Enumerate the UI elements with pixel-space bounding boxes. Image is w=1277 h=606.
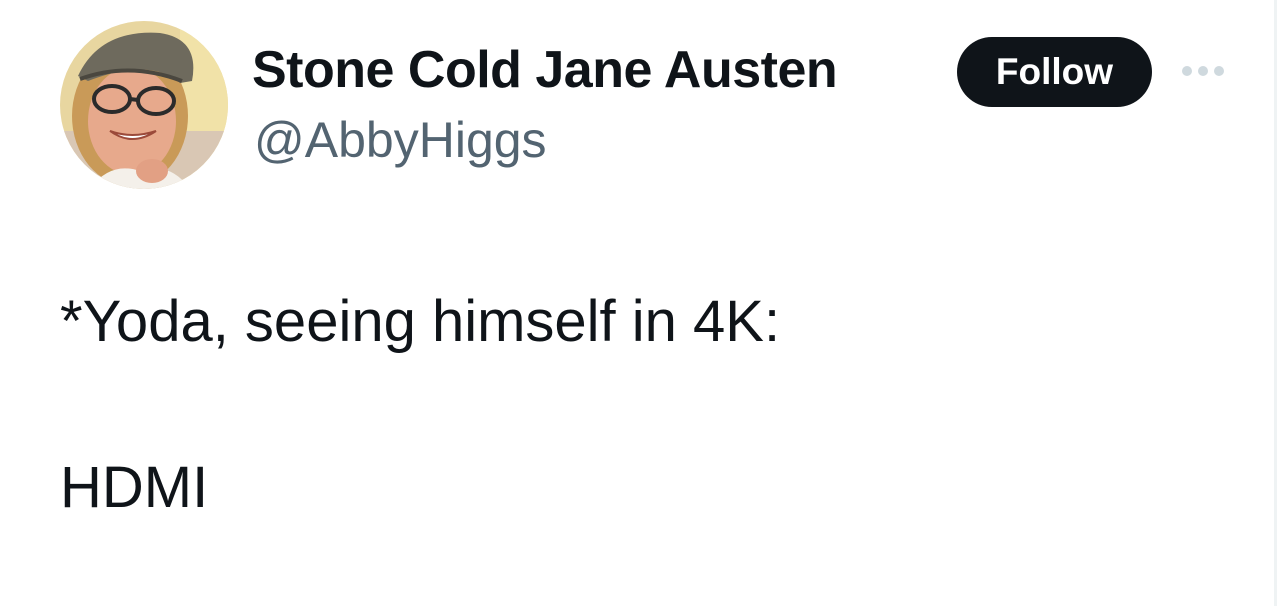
author-handle[interactable]: @AbbyHiggs [254,110,547,170]
more-horizontal-icon[interactable] [1180,60,1226,82]
tweet-text-line-2: HDMI [60,455,209,520]
avatar[interactable] [60,21,228,189]
tweet-card: Stone Cold Jane Austen @AbbyHiggs Follow… [0,0,1277,606]
author-display-name[interactable]: Stone Cold Jane Austen [252,38,838,102]
follow-button[interactable]: Follow [957,37,1152,107]
tweet-text-line-1: *Yoda, seeing himself in 4K: [60,289,781,354]
avatar-photo [60,21,228,189]
